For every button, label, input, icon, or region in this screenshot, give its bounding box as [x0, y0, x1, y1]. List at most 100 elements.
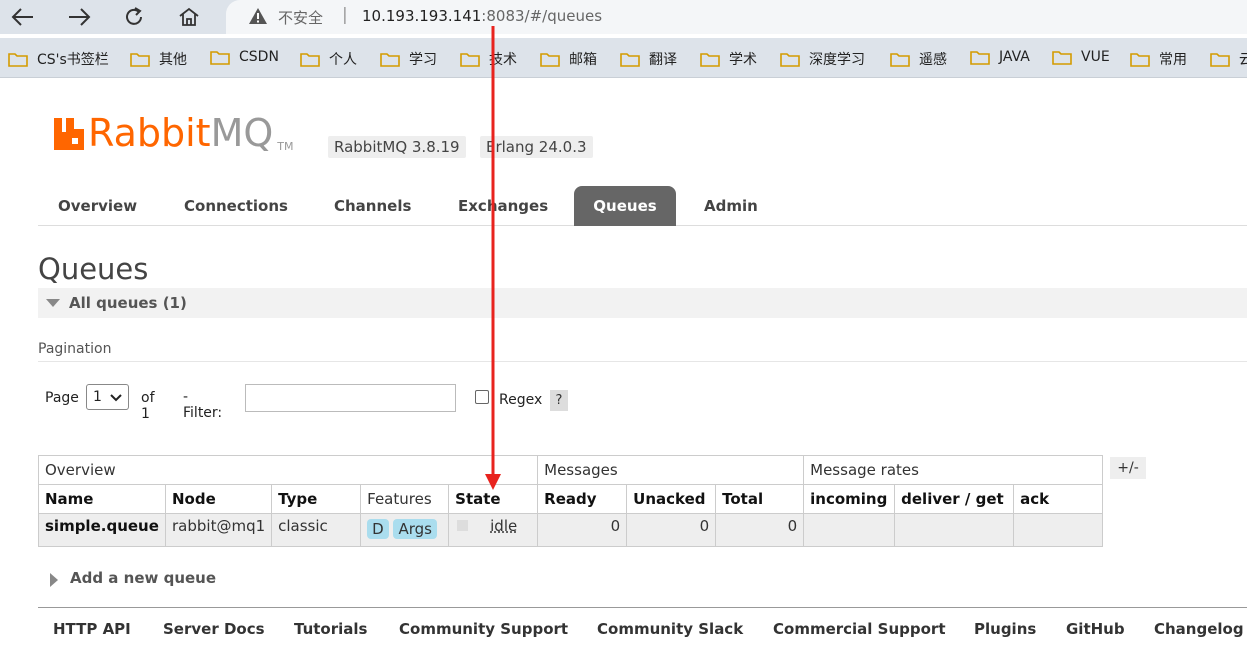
bookmark-label: 学术 — [729, 52, 757, 68]
folder-icon — [700, 53, 720, 67]
footer-link-plugins[interactable]: Plugins — [974, 620, 1036, 638]
add-queue-toggle[interactable]: Add a new queue — [50, 569, 216, 587]
footer-link-community-slack[interactable]: Community Slack — [597, 620, 743, 638]
folder-icon — [460, 53, 480, 67]
table-column-header: Name Node Type Features State Ready Unac… — [38, 484, 1104, 514]
bookmark-item[interactable]: 遥感 — [890, 49, 947, 69]
col-name[interactable]: Name — [38, 484, 166, 514]
queue-type: classic — [271, 513, 362, 547]
footer-link-tutorials[interactable]: Tutorials — [294, 620, 367, 638]
section-title: All queues (1) — [69, 294, 187, 312]
bookmark-item[interactable]: JAVA — [970, 49, 1030, 65]
footer-divider — [38, 607, 1247, 608]
triangle-down-icon — [46, 299, 60, 307]
reload-button[interactable] — [119, 4, 149, 30]
folder-icon — [1052, 51, 1072, 65]
bookmark-item[interactable]: VUE — [1052, 49, 1110, 65]
queue-name-link[interactable]: simple.queue — [38, 513, 166, 547]
help-button[interactable]: ? — [550, 390, 568, 411]
bookmark-item[interactable]: 学术 — [700, 49, 757, 69]
bookmark-item[interactable]: 技术 — [460, 49, 517, 69]
all-queues-section-toggle[interactable]: All queues (1) — [38, 288, 1247, 318]
reload-icon — [126, 7, 142, 25]
bookmark-item[interactable]: 深度学习 — [780, 49, 865, 69]
page-label: Page — [45, 390, 79, 406]
folder-icon — [210, 51, 230, 65]
queue-unacked: 0 — [626, 513, 717, 547]
tab-admin[interactable]: Admin — [704, 186, 758, 226]
col-ready[interactable]: Ready — [537, 484, 628, 514]
col-type[interactable]: Type — [271, 484, 362, 514]
tab-exchanges[interactable]: Exchanges — [458, 186, 548, 226]
col-state[interactable]: State — [448, 484, 539, 514]
triangle-right-icon — [50, 573, 58, 587]
footer-link-commercial-support[interactable]: Commercial Support — [773, 620, 946, 638]
bookmark-item[interactable]: CS's书签栏 — [8, 49, 109, 69]
state-label: idle — [490, 517, 518, 535]
bookmark-item[interactable]: 学习 — [380, 49, 437, 69]
col-total[interactable]: Total — [715, 484, 805, 514]
col-features[interactable]: Features — [360, 484, 450, 514]
footer-link-changelog[interactable]: Changelog — [1154, 620, 1244, 638]
main-tabs: Overview Connections Channels Exchanges … — [38, 186, 1247, 226]
bookmark-item[interactable]: 邮箱 — [540, 49, 597, 69]
folder-icon — [890, 53, 910, 67]
home-icon — [179, 7, 199, 26]
page-of-label: of 1 — [141, 390, 155, 422]
logo-rabbit-text: Rabbit — [88, 111, 211, 155]
footer-link-community-support[interactable]: Community Support — [399, 620, 568, 638]
footer-link-http-api[interactable]: HTTP API — [53, 620, 131, 638]
bookmark-label: 深度学习 — [809, 52, 865, 68]
back-arrow-icon — [11, 8, 33, 26]
footer-link-github[interactable]: GitHub — [1066, 620, 1125, 638]
feature-badge-durable[interactable]: D — [367, 519, 389, 539]
forward-button[interactable] — [64, 4, 94, 30]
bookmark-label: 遥感 — [919, 52, 947, 68]
feature-badge-args[interactable]: Args — [393, 519, 437, 539]
bookmark-label: 个人 — [329, 52, 357, 68]
pagination-divider — [38, 361, 1247, 362]
home-button[interactable] — [174, 4, 204, 30]
col-deliver-get[interactable]: deliver / get — [894, 484, 1015, 514]
column-toggle-button[interactable]: +/- — [1110, 457, 1146, 479]
folder-icon — [1130, 53, 1150, 67]
col-unacked[interactable]: Unacked — [626, 484, 717, 514]
table-row[interactable]: simple.queue rabbit@mq1 classic D Args i… — [38, 513, 1104, 547]
bookmark-item[interactable]: 常用 — [1130, 49, 1187, 69]
page-select[interactable]: 1 — [86, 384, 129, 410]
insecure-label: 不安全 — [278, 9, 324, 27]
bookmark-label: JAVA — [999, 49, 1030, 65]
queue-features: D Args — [360, 513, 450, 547]
bookmark-label: VUE — [1081, 49, 1110, 65]
group-messages: Messages — [537, 455, 805, 485]
bookmark-item[interactable]: 云 — [1210, 49, 1247, 69]
url-text[interactable]: 10.193.193.141:8083/#/queues — [362, 7, 602, 25]
tab-overview[interactable]: Overview — [58, 186, 137, 226]
bookmark-label: 常用 — [1159, 52, 1187, 68]
bookmark-item[interactable]: 个人 — [300, 49, 357, 69]
url-host: 10.193.193.141 — [362, 7, 482, 25]
bookmark-item[interactable]: 其他 — [130, 49, 187, 69]
footer-link-server-docs[interactable]: Server Docs — [163, 620, 265, 638]
back-button[interactable] — [8, 4, 38, 30]
bookmark-label: 云 — [1239, 52, 1247, 68]
queue-ack — [1013, 513, 1104, 547]
page-title: Queues — [38, 252, 149, 286]
chevron-down-icon — [110, 394, 122, 402]
bookmark-label: 技术 — [489, 52, 517, 68]
col-node[interactable]: Node — [164, 484, 273, 514]
bookmarks-bar: CS's书签栏 其他 CSDN 个人 学习 技术 邮箱 翻译 学术 深度学习 遥… — [0, 38, 1247, 78]
tab-connections[interactable]: Connections — [184, 186, 288, 226]
rabbitmq-version-badge: RabbitMQ 3.8.19 — [328, 136, 466, 158]
filter-input[interactable] — [245, 384, 456, 412]
bookmark-item[interactable]: CSDN — [210, 49, 279, 65]
bookmark-label: 邮箱 — [569, 52, 597, 68]
col-incoming[interactable]: incoming — [803, 484, 896, 514]
col-ack[interactable]: ack — [1013, 484, 1104, 514]
tab-channels[interactable]: Channels — [334, 186, 411, 226]
bookmark-item[interactable]: 翻译 — [620, 49, 677, 69]
regex-checkbox[interactable] — [475, 390, 489, 404]
rabbitmq-logo[interactable]: Rabbit MQ TM — [52, 110, 293, 156]
tab-queues[interactable]: Queues — [574, 186, 676, 226]
address-bar[interactable]: 不安全 | 10.193.193.141:8083/#/queues — [226, 0, 1247, 34]
